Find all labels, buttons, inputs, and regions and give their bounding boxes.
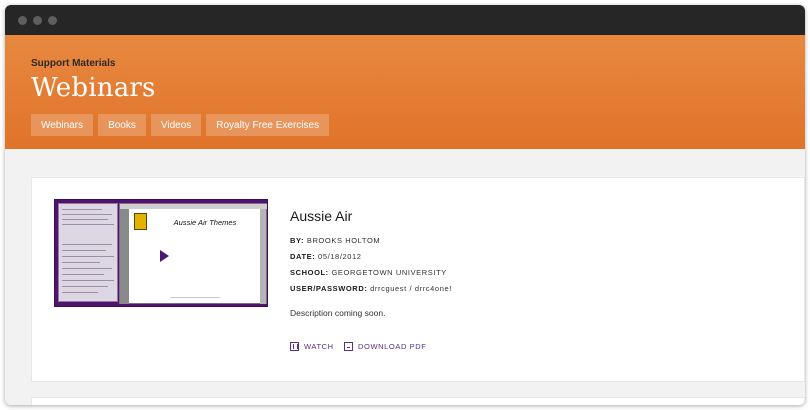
film-icon [290,342,299,351]
webinar-credentials: USER/PASSWORD: drrcguest / drrc4one! [290,284,452,293]
slide-title: Aussie Air Themes [173,218,237,227]
watch-link[interactable]: WATCH [290,342,334,351]
webinar-description: Description coming soon. [290,308,386,318]
window-titlebar [5,5,805,35]
download-icon [344,342,353,351]
page-title: Webinars [31,73,156,103]
tab-books[interactable]: Books [98,114,146,136]
thumbnail-slide: Aussie Air Themes [119,203,267,304]
webinar-author: BY: BROOKS HOLTOM [290,236,381,245]
thumbnail-chat-panel [58,203,118,302]
kangaroo-logo-icon [134,213,147,230]
tab-royalty-free-exercises[interactable]: Royalty Free Exercises [206,114,330,136]
category-tabs: Webinars Books Videos Royalty Free Exerc… [31,114,330,136]
window-close-control[interactable] [18,16,27,25]
webinar-thumbnail[interactable]: Aussie Air Themes [54,199,268,307]
webinar-date: DATE: 05/18/2012 [290,252,362,261]
window-maximize-control[interactable] [48,16,57,25]
section-eyebrow: Support Materials [31,58,116,69]
window-minimize-control[interactable] [33,16,42,25]
webinar-card: Aussie Air Themes Aussie Air BY: BROOKS … [31,177,805,382]
webinar-info: Aussie Air BY: BROOKS HOLTOM DATE: 05/18… [290,178,770,378]
tab-videos[interactable]: Videos [150,114,202,136]
tab-webinars[interactable]: Webinars [31,114,94,136]
download-pdf-link[interactable]: DOWNLOAD PDF [344,342,426,351]
next-webinar-card [31,397,805,405]
webinar-school: SCHOOL: GEORGETOWN UNIVERSITY [290,268,447,277]
download-label: DOWNLOAD PDF [358,342,427,351]
watch-label: WATCH [304,342,334,351]
webinar-title: Aussie Air [290,208,353,224]
play-icon[interactable] [160,250,169,262]
browser-window: Support Materials Webinars Webinars Book… [5,5,805,405]
page-header: Support Materials Webinars Webinars Book… [5,35,805,149]
